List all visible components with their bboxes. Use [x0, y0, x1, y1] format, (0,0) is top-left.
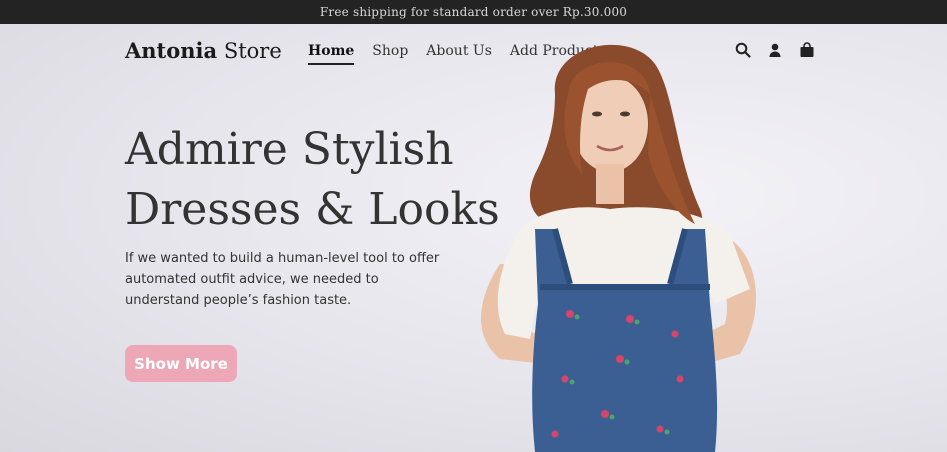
- hero-headline-line2: Dresses & Looks: [125, 184, 500, 235]
- shopping-bag-icon[interactable]: [799, 42, 815, 58]
- announcement-bar: Free shipping for standard order over Rp…: [0, 0, 947, 24]
- nav-shop[interactable]: Shop: [372, 43, 408, 65]
- brand-name-rest: Store: [223, 39, 282, 63]
- nav-home[interactable]: Home: [308, 43, 355, 65]
- brand-name-bold: Antonia: [125, 38, 218, 63]
- show-more-button[interactable]: Show More: [125, 345, 237, 382]
- hero-headline: Admire Stylish Dresses & Looks: [125, 120, 500, 240]
- hero-section: Antonia Store Home Shop About Us Add Pro…: [0, 24, 947, 452]
- hero-headline-line1: Admire Stylish: [125, 124, 454, 175]
- announcement-text: Free shipping for standard order over Rp…: [319, 5, 628, 19]
- hero-description: If we wanted to build a human-level tool…: [125, 251, 440, 308]
- hero-model-image: [481, 44, 757, 452]
- brand-logo[interactable]: Antonia Store: [125, 38, 282, 63]
